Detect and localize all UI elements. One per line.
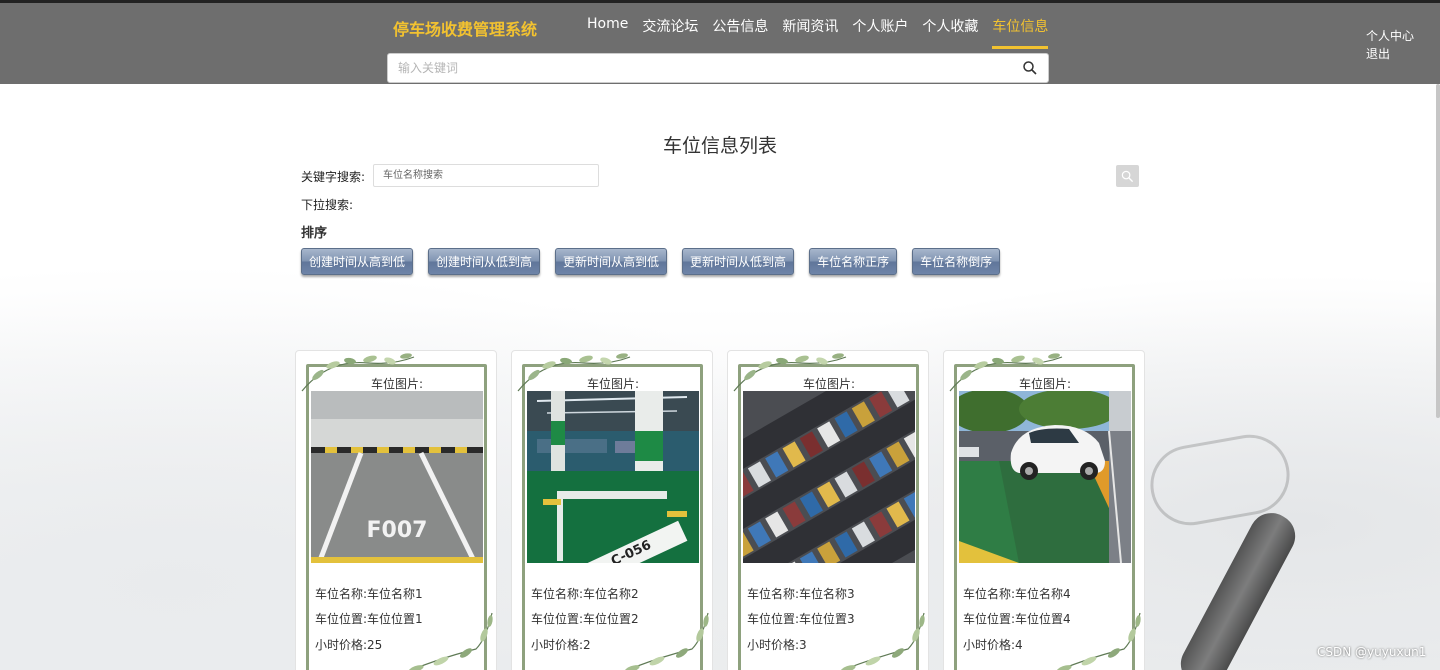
card-price: 小时价格:25 [315,638,383,652]
card-location: 车位位置:车位位置3 [747,612,855,626]
parking-space-photo[interactable] [743,391,915,563]
nav-item-parking-spaces[interactable]: 车位信息 [992,16,1049,49]
card-price: 小时价格:2 [531,638,591,652]
keyword-search-label: 关键字搜索: [301,170,366,184]
nav-item-favorites[interactable]: 个人收藏 [922,16,978,49]
card-name: 车位名称:车位名称1 [315,587,423,601]
keyword-search-input[interactable] [373,164,599,187]
card-location: 车位位置:车位位置1 [315,612,423,626]
parking-space-card[interactable]: 车位图片: C-056 车位名称:车位名称2 车位位置:车位位置2 小时价格:2 [511,350,713,670]
card-location: 车位位置:车位位置2 [531,612,639,626]
card-name: 车位名称:车位名称4 [963,587,1071,601]
card-picture-label: 车位图片: [370,377,424,391]
sort-updated-asc-button[interactable]: 更新时间从低到高 [682,248,795,275]
parking-space-photo[interactable] [959,391,1131,563]
site-logo[interactable]: 停车场收费管理系统 [393,16,537,40]
nav-item-forum[interactable]: 交流论坛 [642,16,698,49]
page-title: 车位信息列表 [662,135,777,157]
sort-label: 排序 [301,226,328,241]
card-name: 车位名称:车位名称3 [747,587,855,601]
parking-space-card[interactable]: 车位图片: F007 车位名称:车位名称1 车位位置:车位位置1 小时价格:25 [295,350,497,670]
sort-name-desc-button[interactable]: 车位名称倒序 [912,248,1001,275]
card-picture-label: 车位图片: [802,377,856,391]
card-price: 小时价格:3 [747,638,807,652]
sort-name-asc-button[interactable]: 车位名称正序 [809,248,898,275]
search-icon[interactable] [1022,60,1038,76]
header-search-input[interactable] [388,54,1008,82]
logout-link[interactable]: 退出 [1366,45,1414,63]
sort-buttons: 创建时间从高到低 创建时间从低到高 更新时间从高到低 更新时间从低到高 车位名称… [301,248,1015,275]
parking-space-photo[interactable]: F007 [311,391,483,563]
user-links: 个人中心 退出 [1366,27,1414,63]
sort-updated-desc-button[interactable]: 更新时间从高到低 [555,248,668,275]
personal-center-link[interactable]: 个人中心 [1366,27,1414,45]
main-nav: Home 交流论坛 公告信息 新闻资讯 个人账户 个人收藏 车位信息 [587,16,1049,49]
search-icon [1121,170,1134,183]
header-search-bar [387,53,1049,83]
card-picture-label: 车位图片: [586,377,640,391]
sort-created-asc-button[interactable]: 创建时间从低到高 [428,248,541,275]
sort-created-desc-button[interactable]: 创建时间从高到低 [301,248,414,275]
watermark: CSDN @yuyuxun1 [1317,645,1427,659]
parking-space-photo[interactable]: C-056 [527,391,699,563]
parking-space-list: 车位图片: F007 车位名称:车位名称1 车位位置:车位位置1 小时价格:25 [295,350,1145,670]
nav-item-news[interactable]: 新闻资讯 [782,16,838,49]
card-price: 小时价格:4 [963,638,1023,652]
photo-spot-number: F007 [367,518,428,543]
card-picture-label: 车位图片: [1018,377,1072,391]
nav-item-home[interactable]: Home [587,16,628,49]
top-header: 停车场收费管理系统 Home 交流论坛 公告信息 新闻资讯 个人账户 个人收藏 … [0,0,1440,84]
keyword-search-button[interactable] [1116,165,1139,187]
nav-item-account[interactable]: 个人账户 [852,16,908,49]
parking-space-card[interactable]: 车位图片: 车位名称:车位名称3 车位位置:车位位置3 小时价格:3 [727,350,929,670]
parking-space-card[interactable]: 车位图片: 车位名称:车位名称4 车位位置:车位位置4 小时价格:4 [943,350,1145,670]
card-name: 车位名称:车位名称2 [531,587,639,601]
nav-item-announcements[interactable]: 公告信息 [712,16,768,49]
dropdown-search-label: 下拉搜索: [301,198,354,212]
card-location: 车位位置:车位位置4 [963,612,1071,626]
